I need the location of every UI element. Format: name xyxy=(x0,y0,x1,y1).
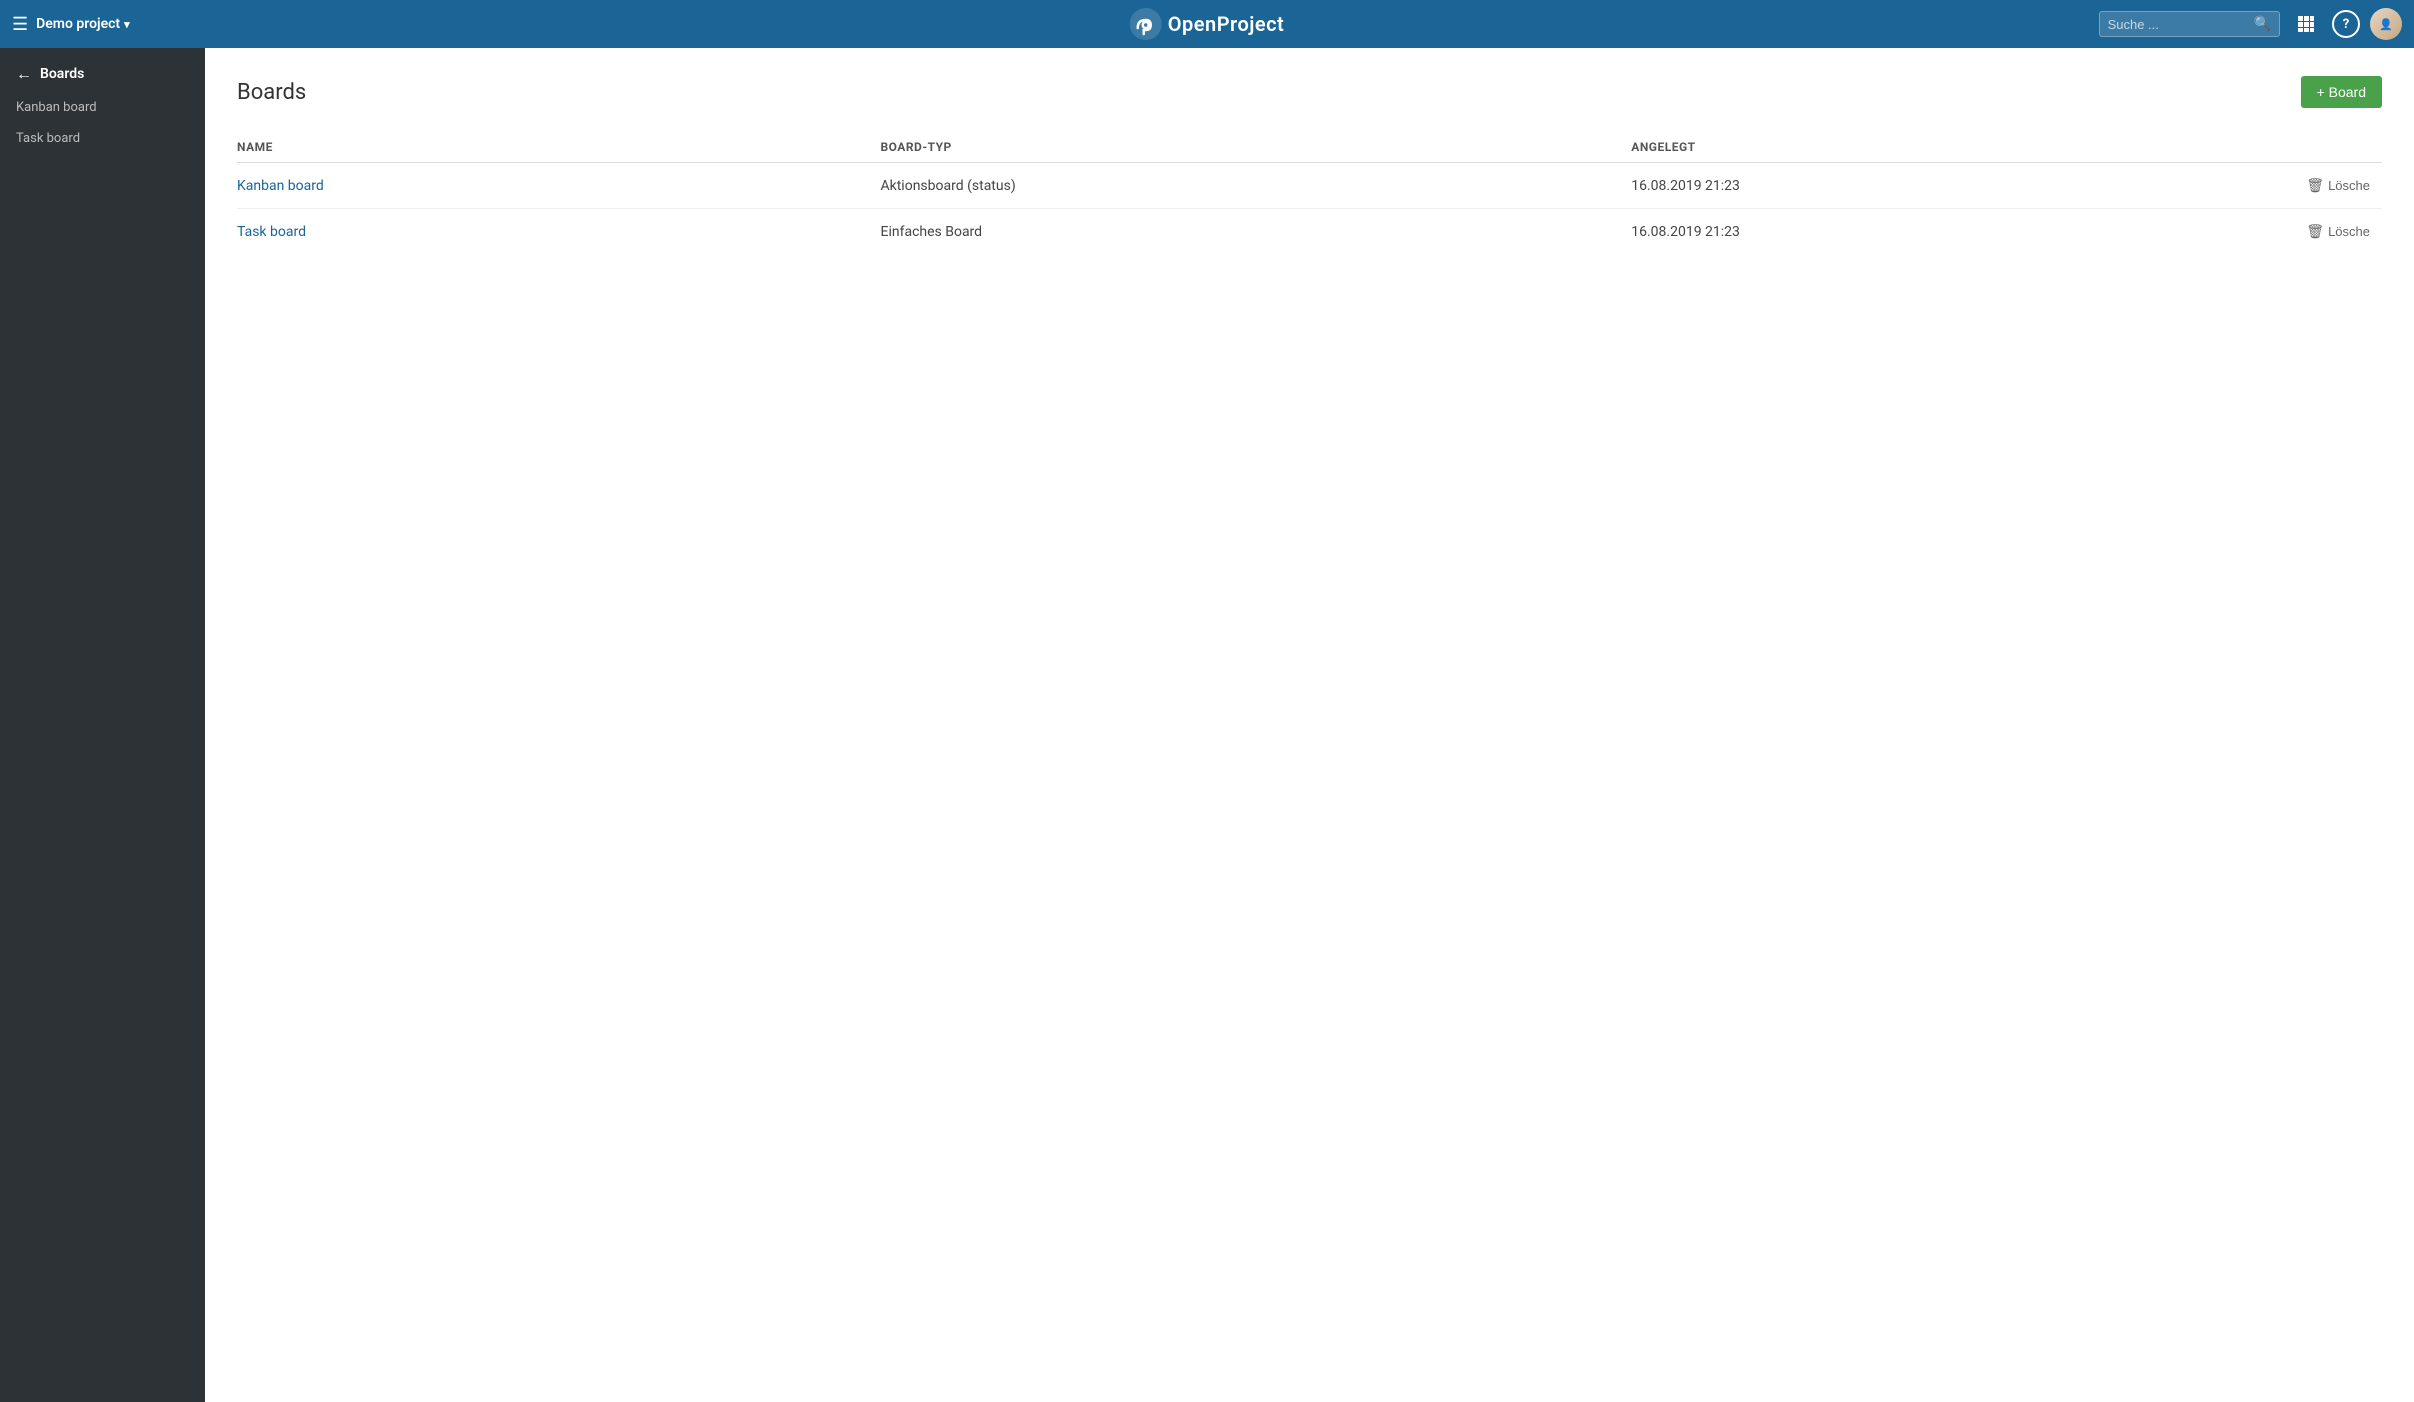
openproject-logo-text: OpenProject xyxy=(1168,12,1285,36)
top-navigation: ☰ Demo project ▾ OpenProject 🔍 xyxy=(0,0,2414,48)
sidebar-item-task-board[interactable]: Task board xyxy=(0,123,205,154)
board-date-cell: 16.08.2019 21:23 xyxy=(1631,209,2167,255)
column-header-type: BOARD-TYP xyxy=(881,132,1632,163)
table-row: Kanban board Aktionsboard (status) 16.08… xyxy=(237,163,2382,209)
chevron-down-icon: ▾ xyxy=(124,18,130,31)
board-name-cell: Kanban board xyxy=(237,163,881,209)
trash-icon: 🗑 xyxy=(2306,223,2324,240)
grid-menu-icon[interactable] xyxy=(2290,8,2322,40)
app-body: ← Boards Kanban board Task board Boards … xyxy=(0,48,2414,1402)
avatar-initials: 👤 xyxy=(2379,18,2393,31)
board-name-link-1[interactable]: Task board xyxy=(237,224,306,240)
sidebar-nav: Kanban board Task board xyxy=(0,92,205,154)
column-header-created: ANGELEGT xyxy=(1631,132,2167,163)
board-name-cell: Task board xyxy=(237,209,881,255)
logo-area: OpenProject xyxy=(1130,8,1285,40)
board-type-cell: Einfaches Board xyxy=(881,209,1632,255)
user-avatar[interactable]: 👤 xyxy=(2370,8,2402,40)
board-name-link-0[interactable]: Kanban board xyxy=(237,178,324,194)
hamburger-menu-icon[interactable]: ☰ xyxy=(12,14,28,35)
openproject-logo-icon xyxy=(1130,8,1162,40)
column-header-name: NAME xyxy=(237,132,881,163)
project-name-label: Demo project xyxy=(36,16,120,32)
back-arrow-icon: ← xyxy=(16,64,32,84)
boards-table-body: Kanban board Aktionsboard (status) 16.08… xyxy=(237,163,2382,255)
trash-icon: 🗑 xyxy=(2306,177,2324,194)
search-input[interactable] xyxy=(2108,17,2248,32)
board-type-cell: Aktionsboard (status) xyxy=(881,163,1632,209)
delete-label: Lösche xyxy=(2328,224,2370,239)
board-delete-cell: 🗑 Lösche xyxy=(2168,209,2383,255)
sidebar-item-kanban-board[interactable]: Kanban board xyxy=(0,92,205,123)
board-date-cell: 16.08.2019 21:23 xyxy=(1631,163,2167,209)
page-title: Boards xyxy=(237,80,306,105)
boards-table: NAME BOARD-TYP ANGELEGT Kanban board Akt… xyxy=(237,132,2382,254)
sidebar-back-link[interactable]: ← Boards xyxy=(0,48,205,92)
column-header-action xyxy=(2168,132,2383,163)
search-icon: 🔍 xyxy=(2254,16,2271,32)
delete-label: Lösche xyxy=(2328,178,2370,193)
sidebar: ← Boards Kanban board Task board xyxy=(0,48,205,1402)
table-row: Task board Einfaches Board 16.08.2019 21… xyxy=(237,209,2382,255)
help-icon[interactable]: ? xyxy=(2332,10,2360,38)
delete-board-button-0[interactable]: 🗑 Lösche xyxy=(2306,177,2370,194)
page-header: Boards + Board xyxy=(237,76,2382,108)
board-delete-cell: 🗑 Lösche xyxy=(2168,163,2383,209)
table-header: NAME BOARD-TYP ANGELEGT xyxy=(237,132,2382,163)
grid-icon-svg xyxy=(2297,15,2315,33)
main-content: Boards + Board NAME BOARD-TYP ANGELEGT K… xyxy=(205,48,2414,1402)
search-box[interactable]: 🔍 xyxy=(2099,11,2280,37)
add-board-button[interactable]: + Board xyxy=(2301,76,2382,108)
sidebar-back-label: Boards xyxy=(40,66,84,82)
project-selector[interactable]: Demo project ▾ xyxy=(36,16,130,32)
delete-board-button-1[interactable]: 🗑 Lösche xyxy=(2306,223,2370,240)
